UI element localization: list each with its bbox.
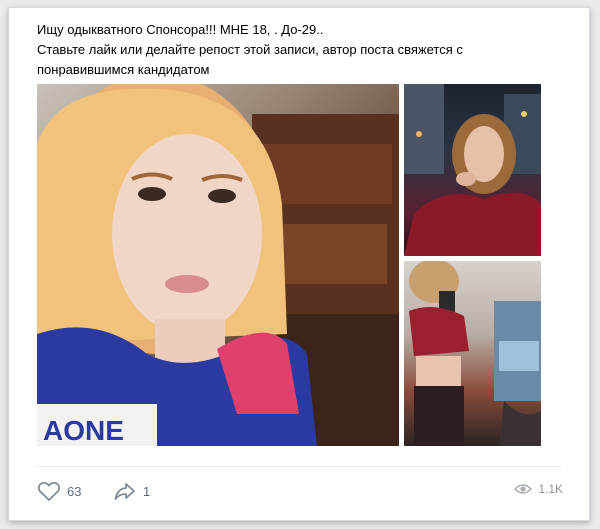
- post-text-line-3: понравившимся кандидатом: [37, 62, 210, 77]
- post-photo-bottom-right[interactable]: [404, 261, 541, 446]
- share-arrow-icon: [114, 483, 135, 500]
- views-count: 1.1K: [538, 482, 563, 496]
- heart-icon: [37, 482, 61, 501]
- share-button[interactable]: 1: [113, 480, 150, 502]
- post-text-line-2: Ставьте лайк или делайте репост этой зап…: [37, 42, 463, 57]
- like-count: 63: [67, 483, 82, 499]
- footer-divider: [37, 466, 561, 467]
- post-photo-main[interactable]: AONE: [37, 84, 399, 446]
- share-count: 1: [143, 483, 151, 499]
- eye-icon: [514, 484, 533, 494]
- post-photo-top-right[interactable]: [404, 84, 541, 256]
- views-counter: 1.1K: [514, 482, 563, 496]
- like-button[interactable]: 63: [37, 480, 81, 502]
- post-card: Ищу одыкватного Спонсора!!! МНЕ 18, . До…: [8, 7, 590, 521]
- post-text: Ищу одыкватного Спонсора!!! МНЕ 18, . До…: [37, 20, 547, 80]
- post-text-line-1: Ищу одыкватного Спонсора!!! МНЕ 18, . До…: [37, 22, 324, 37]
- shirt-print-text: AONE: [43, 415, 124, 446]
